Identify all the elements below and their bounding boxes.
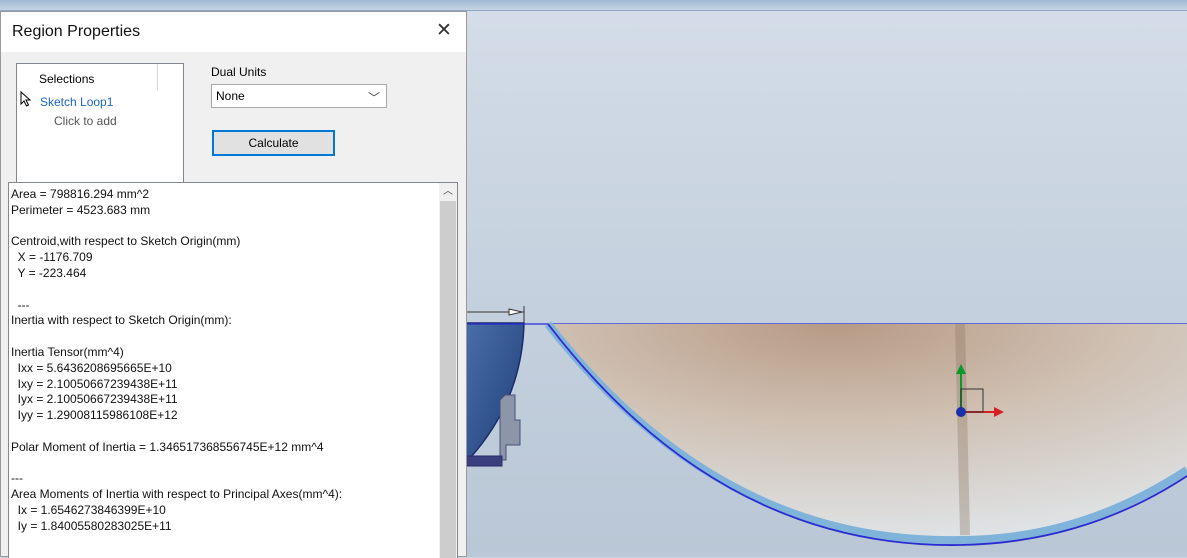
result-line: --- bbox=[11, 471, 23, 486]
result-line: Inertia Tensor(mm^4) bbox=[11, 344, 124, 359]
result-line bbox=[11, 329, 439, 345]
close-button[interactable]: ✕ bbox=[432, 19, 456, 43]
result-line: Ixx = 5.6436208695665E+10 bbox=[11, 360, 172, 375]
calculate-button[interactable]: Calculate bbox=[212, 130, 335, 156]
result-line: Polar Moment of Inertia = 1.346517368556… bbox=[11, 439, 324, 454]
result-line: Area = 798816.294 mm^2 bbox=[11, 187, 150, 201]
region-streak bbox=[955, 323, 970, 536]
result-line bbox=[11, 219, 439, 235]
pointer-cursor-icon bbox=[20, 91, 32, 107]
dialog-title: Region Properties bbox=[12, 23, 141, 40]
region-fill bbox=[548, 324, 1187, 541]
result-line: Ixy = 2.10050667239438E+11 bbox=[11, 376, 178, 391]
result-line: Y = -223.464 bbox=[11, 265, 87, 280]
left-part-base bbox=[465, 455, 503, 467]
result-line: Ix = 1.6546273846399E+10 bbox=[11, 502, 166, 517]
results-scrollbar[interactable]: ︿ bbox=[439, 183, 457, 558]
selection-item-sketch-loop1[interactable]: Sketch Loop1 bbox=[40, 95, 113, 109]
scroll-thumb[interactable] bbox=[440, 201, 456, 558]
dialog-titlebar[interactable]: Region Properties ✕ bbox=[1, 12, 466, 52]
results-text: Area = 798816.294 mm^2 Perimeter = 4523.6… bbox=[9, 187, 439, 535]
left-part-detail bbox=[499, 394, 521, 461]
dual-units-value: None bbox=[216, 89, 245, 103]
selections-header-divider bbox=[157, 64, 158, 90]
chevron-down-icon: ﹀ bbox=[367, 91, 380, 105]
result-line: Perimeter = 4523.683 mm bbox=[11, 202, 151, 217]
result-line: Centroid,with respect to Sketch Origin(m… bbox=[11, 234, 241, 249]
result-line bbox=[11, 424, 439, 440]
selections-list[interactable]: Selections Sketch Loop1 Click to add bbox=[16, 63, 184, 183]
result-line: Inertia with respect to Sketch Origin(mm… bbox=[11, 313, 232, 328]
dimension-arrow bbox=[508, 308, 523, 316]
result-line: Area Moments of Inertia with respect to … bbox=[11, 487, 343, 502]
results-textbox[interactable]: Area = 798816.294 mm^2 Perimeter = 4523.6… bbox=[8, 182, 458, 558]
result-line: --- bbox=[11, 297, 30, 312]
triad-origin bbox=[956, 407, 966, 417]
selections-header: Selections bbox=[39, 72, 95, 86]
region-properties-dialog: Region Properties ✕ Selections Sketch Lo… bbox=[0, 11, 467, 558]
dual-units-select[interactable]: None ﹀ bbox=[211, 84, 387, 108]
click-to-add-hint[interactable]: Click to add bbox=[54, 114, 117, 128]
result-line: X = -1176.709 bbox=[11, 250, 93, 265]
dual-units-label: Dual Units bbox=[211, 65, 267, 79]
result-line: Iyx = 2.10050667239438E+11 bbox=[11, 392, 178, 407]
result-line bbox=[11, 282, 439, 298]
scroll-up-button[interactable]: ︿ bbox=[439, 183, 457, 200]
result-line bbox=[11, 456, 439, 472]
result-line: Iyy = 1.29008115986108E+12 bbox=[11, 408, 178, 423]
result-line: Iy = 1.84005580283025E+11 bbox=[11, 518, 172, 533]
